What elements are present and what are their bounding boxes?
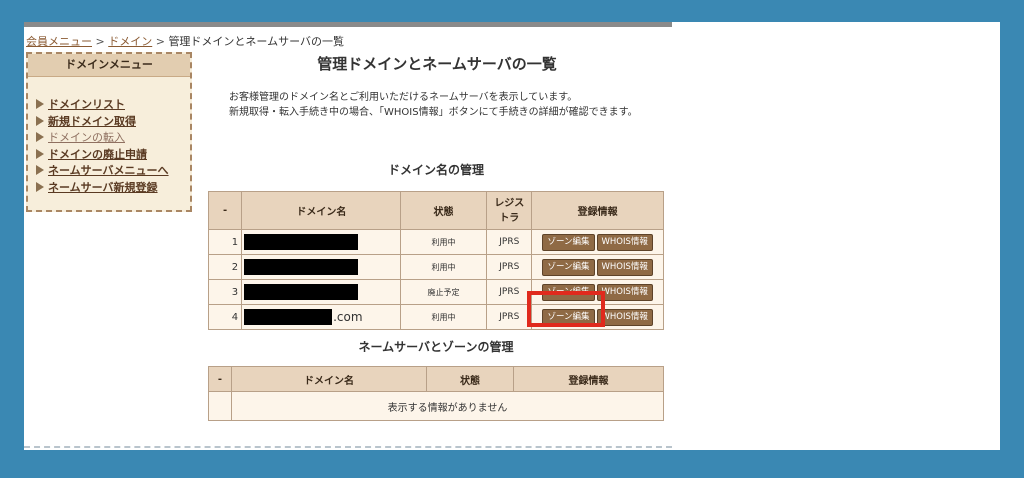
description-line: お客様管理のドメイン名とご利用いただけるネームサーバを表示しています。: [229, 92, 578, 103]
nameserver-section-title: ネームサーバとゾーンの管理: [358, 340, 514, 354]
column-header-registration-info: 登録情報: [531, 191, 664, 230]
table-row: 1 利用中 JPRS ゾーン編集 WHOIS情報: [207, 229, 664, 255]
table-row: 2 利用中 JPRS ゾーン編集 WHOIS情報: [207, 254, 664, 280]
menu-link-domain-transfer[interactable]: ドメインの転入: [48, 131, 125, 144]
triangle-bullet-icon: [36, 132, 44, 142]
zone-edit-button[interactable]: ゾーン編集: [542, 258, 595, 276]
menu-link-domain-list[interactable]: ドメインリスト: [48, 98, 125, 111]
page-title: 管理ドメインとネームサーバの一覧: [317, 55, 557, 73]
status-cell: 利用中: [399, 304, 488, 330]
page-canvas: 会員メニュー > ドメイン > 管理ドメインとネームサーバの一覧 ドメインメニュ…: [24, 22, 1000, 450]
description-line: 新規取得・転入手続き中の場合、「WHOIS情報」ボタンにて手続きの詳細が確認でき…: [229, 107, 638, 118]
domain-suffix: .com: [333, 310, 363, 324]
column-header-status: 状態: [426, 366, 514, 392]
column-header-registrar: レジス トラ: [486, 191, 533, 230]
registrar-cell: JPRS: [486, 279, 533, 305]
column-header-status: 状態: [399, 191, 488, 230]
triangle-bullet-icon: [36, 148, 44, 159]
menu-link-new-domain[interactable]: 新規ドメイン取得: [48, 115, 136, 128]
zone-edit-button[interactable]: ゾーン編集: [542, 233, 595, 251]
breadcrumb-separator: >: [152, 35, 169, 48]
column-header-index: -: [207, 191, 243, 230]
domain-menu-title: ドメインメニュー: [28, 54, 190, 77]
triangle-bullet-icon: [36, 99, 44, 109]
status-cell: 廃止予定: [399, 279, 488, 305]
domain-menu: ドメインメニュー ドメインリスト 新規ドメイン取得 ドメインの転入 ドメインの廃…: [26, 52, 192, 212]
row-index: 1: [207, 229, 243, 255]
menu-link-nameserver-new[interactable]: ネームサーバ新規登録: [48, 181, 158, 194]
redacted-domain-name: [244, 284, 359, 300]
column-header-domain: ドメイン名: [231, 366, 427, 392]
registration-info-cell: ゾーン編集 WHOIS情報: [531, 254, 664, 280]
domain-name-cell: [241, 229, 401, 255]
column-header-registration-info: 登録情報: [513, 366, 664, 392]
triangle-bullet-icon: [36, 181, 44, 192]
table-header-row: - ドメイン名 状態 登録情報: [208, 366, 664, 392]
menu-item-nameserver-menu: ネームサーバメニューへ: [36, 163, 190, 180]
breadcrumb-member-menu-link[interactable]: 会員メニュー: [26, 35, 92, 48]
menu-item-new-domain: 新規ドメイン取得: [36, 114, 190, 131]
column-header-domain: ドメイン名: [241, 191, 401, 230]
menu-link-domain-cancel[interactable]: ドメインの廃止申請: [48, 148, 147, 161]
redacted-domain-name: [244, 259, 359, 275]
registration-info-cell: ゾーン編集 WHOIS情報: [531, 229, 664, 255]
breadcrumb-domain-link[interactable]: ドメイン: [108, 35, 152, 48]
domain-menu-list: ドメインリスト 新規ドメイン取得 ドメインの転入 ドメインの廃止申請 ネームサー…: [28, 77, 190, 196]
registrar-cell: JPRS: [486, 304, 533, 330]
bottom-divider: [24, 446, 672, 450]
table-header-row: - ドメイン名 状態 レジストラ 登録情報: [207, 191, 664, 230]
status-cell: 利用中: [399, 254, 488, 280]
domain-name-cell: [241, 279, 401, 305]
registrar-header-line: トラ: [499, 212, 520, 224]
whois-info-button[interactable]: WHOIS情報: [596, 258, 653, 276]
nameserver-table: - ドメイン名 状態 登録情報 表示する情報がありません: [208, 366, 664, 421]
empty-message: 表示する情報がありません: [231, 391, 664, 421]
page-description: お客様管理のドメイン名とご利用いただけるネームサーバを表示しています。 新規取得…: [229, 90, 638, 120]
domain-section-title: ドメイン名の管理: [387, 163, 484, 177]
redacted-domain-name: [244, 234, 359, 250]
registrar-header-line: レジス: [494, 197, 525, 209]
zone-edit-highlight-box: [527, 291, 605, 327]
registrar-cell: JPRS: [486, 229, 533, 255]
registrar-cell: JPRS: [486, 254, 533, 280]
menu-item-domain-transfer: ドメインの転入: [36, 130, 190, 147]
top-divider: [24, 22, 672, 27]
row-index: 2: [207, 254, 243, 280]
breadcrumb-separator: >: [92, 35, 109, 48]
domain-name-cell: [241, 254, 401, 280]
menu-item-domain-list: ドメインリスト: [36, 97, 190, 114]
redacted-domain-name: [244, 309, 333, 325]
domain-name-cell: .com: [241, 304, 401, 330]
triangle-bullet-icon: [36, 115, 44, 126]
row-index: 3: [207, 279, 243, 305]
whois-info-button[interactable]: WHOIS情報: [596, 233, 653, 251]
index-cell: [208, 391, 232, 421]
breadcrumb-current: 管理ドメインとネームサーバの一覧: [168, 35, 344, 48]
table-row: 表示する情報がありません: [208, 391, 664, 421]
menu-item-nameserver-new: ネームサーバ新規登録: [36, 180, 190, 197]
breadcrumb: 会員メニュー > ドメイン > 管理ドメインとネームサーバの一覧: [26, 33, 344, 49]
column-header-index: -: [208, 366, 232, 392]
row-index: 4: [207, 304, 243, 330]
menu-item-domain-cancel: ドメインの廃止申請: [36, 147, 190, 164]
triangle-bullet-icon: [36, 165, 44, 175]
status-cell: 利用中: [399, 229, 488, 255]
menu-link-nameserver-menu[interactable]: ネームサーバメニューへ: [48, 164, 169, 177]
